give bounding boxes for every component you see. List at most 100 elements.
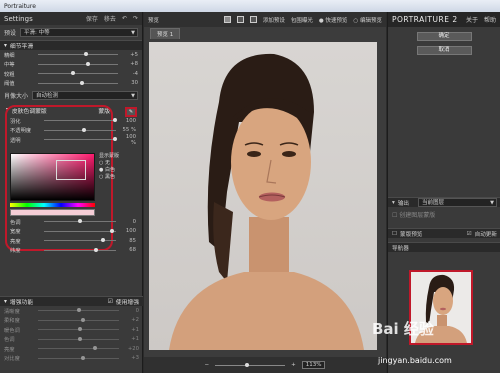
save-button[interactable]: 保存 — [86, 14, 98, 23]
mask-sliders-2: 色调 0 宽度 100 亮度 85 纬度 68 — [6, 217, 140, 255]
zoom-in-icon[interactable]: + — [291, 362, 296, 368]
slider-value: +5 — [130, 51, 138, 58]
slider-track[interactable] — [44, 118, 117, 123]
navigator-title: 导航器 — [392, 245, 409, 252]
zoom-slider-knob[interactable] — [245, 362, 250, 367]
color-picker-selection[interactable] — [56, 160, 86, 180]
slider-value: +8 — [130, 61, 138, 68]
settings-panel: Settings 保存 移去 ↶ ↷ 预设 平滑: 中等 ▼ ▾ 细节平滑 精细… — [0, 12, 143, 373]
mask-preview-checkbox[interactable]: ☐ — [392, 231, 397, 237]
slider-knob[interactable] — [71, 71, 76, 76]
use-enhancements-checkbox[interactable]: ☑ — [108, 299, 113, 305]
slider-label: 较粗 — [4, 71, 15, 78]
baidu-watermark-url: jingyan.baidu.com — [378, 356, 452, 365]
auto-update-checkbox[interactable]: ☑ — [467, 231, 472, 237]
slider-knob[interactable] — [101, 238, 106, 243]
slider-knob[interactable] — [112, 118, 117, 123]
chevron-down-icon: ▼ — [131, 93, 135, 99]
slider-track[interactable] — [44, 127, 116, 132]
slider-track[interactable] — [38, 327, 119, 332]
slider-label: 色调 — [4, 337, 15, 344]
slider-knob[interactable] — [80, 80, 84, 85]
slider-track[interactable] — [38, 317, 119, 322]
slider-value: 85 — [129, 237, 136, 244]
portrait-preview-image[interactable] — [149, 42, 377, 350]
slider-track[interactable] — [38, 80, 118, 85]
slider-value: +2 — [131, 317, 139, 324]
skin-color-swatch[interactable] — [10, 209, 95, 216]
output-select[interactable]: 当前图层 ▼ — [418, 198, 497, 207]
zoom-level[interactable]: 113% — [301, 361, 326, 369]
create-mask-checkbox[interactable]: ☐ 创建图层蒙版 — [388, 207, 500, 222]
slider-track[interactable] — [44, 238, 116, 243]
color-picker-gradient[interactable] — [10, 153, 95, 201]
slider-knob[interactable] — [84, 52, 88, 57]
slider-knob[interactable] — [81, 127, 86, 132]
portrait-size-select[interactable]: 自动检测 ▼ — [32, 91, 138, 100]
preview-tabs: 预览 1 — [144, 27, 386, 39]
slider-track[interactable] — [44, 219, 116, 224]
slider-knob[interactable] — [78, 219, 82, 224]
preset-select[interactable]: 平滑: 中等 ▼ — [20, 28, 138, 37]
slider-knob[interactable] — [78, 336, 83, 341]
slider-label: 对比度 — [4, 356, 20, 363]
slider-track[interactable] — [44, 228, 116, 233]
slider-track[interactable] — [38, 308, 119, 313]
slider-track[interactable] — [44, 137, 117, 142]
radio-white[interactable]: ● 白色 — [99, 167, 119, 174]
portrait-illustration — [169, 53, 364, 350]
enhancements-header[interactable]: ▾ 增强功能 ☑ 使用增强 — [0, 296, 143, 306]
output-header: ▾ 输出 当前图层 ▼ — [388, 197, 500, 207]
slider-knob[interactable] — [110, 228, 115, 233]
slider-label: 亮度 — [4, 346, 15, 353]
slider-knob[interactable] — [76, 308, 81, 313]
single-view-icon[interactable] — [223, 16, 231, 23]
slider-knob[interactable] — [93, 247, 98, 252]
tab-preview-1[interactable]: 预览 1 — [150, 28, 181, 39]
slider-track[interactable] — [38, 52, 118, 57]
detail-smoothing-title: 细节平滑 — [9, 44, 34, 50]
zoom-out-icon[interactable]: − — [205, 362, 210, 368]
output-value: 当前图层 — [422, 200, 445, 206]
mask-preview-section: ☐ 蒙版预览 ☑ 自动更新 导航器 — [388, 228, 500, 252]
radio-none[interactable]: ○ 无 — [99, 160, 119, 167]
cancel-button[interactable]: 取消 — [416, 46, 472, 55]
slider-knob[interactable] — [85, 61, 90, 66]
bracketing-button[interactable]: 包围曝光 — [291, 16, 313, 24]
editor-preview-radio[interactable]: ○ 编辑预览 — [353, 16, 382, 24]
slider-track[interactable] — [38, 336, 119, 341]
slider-value: 68 — [129, 247, 136, 254]
split-view-icon[interactable] — [236, 16, 244, 23]
slider-row: 暖色调 +1 — [0, 325, 143, 335]
ok-button[interactable]: 确定 — [416, 32, 472, 41]
detail-smoothing-header[interactable]: ▾ 细节平滑 — [0, 40, 142, 50]
slider-knob[interactable] — [81, 355, 86, 360]
about-button[interactable]: 关于 — [466, 15, 478, 24]
hue-strip[interactable] — [10, 203, 95, 207]
redo-icon[interactable]: ↷ — [133, 15, 138, 22]
slider-value: +20 — [127, 345, 139, 352]
slider-track[interactable] — [38, 346, 119, 351]
slider-track[interactable] — [38, 355, 119, 360]
skin-tone-mask-section: ▾ 皮肤色调蒙版 蒙版 ✎ 羽化 100 不透明度 55 % 透明 100 % 显示蒙版 … — [2, 105, 140, 255]
help-button[interactable]: 帮助 — [484, 15, 496, 24]
delete-button[interactable]: 移去 — [104, 14, 116, 23]
slider-row: 柔和度 +2 — [0, 316, 143, 326]
slider-track[interactable] — [44, 247, 116, 252]
slider-knob[interactable] — [112, 137, 117, 142]
add-preset-button[interactable]: 添加预设 — [263, 16, 285, 24]
zoom-slider[interactable] — [215, 362, 286, 367]
slider-knob[interactable] — [80, 317, 85, 322]
slider-knob[interactable] — [78, 327, 83, 332]
show-mask-label: 显示蒙版 — [99, 153, 120, 159]
slider-label: 暖色调 — [4, 327, 20, 334]
slider-label: 亮度 — [10, 238, 21, 245]
slider-value: 100 — [125, 228, 136, 235]
slider-knob[interactable] — [92, 346, 97, 351]
slider-track[interactable] — [38, 71, 118, 76]
side-by-side-icon[interactable] — [249, 16, 257, 23]
radio-black[interactable]: ○ 黑色 — [99, 174, 119, 181]
undo-icon[interactable]: ↶ — [122, 15, 127, 22]
slider-track[interactable] — [38, 61, 118, 66]
quick-preview-radio[interactable]: ● 快速预览 — [319, 16, 348, 24]
